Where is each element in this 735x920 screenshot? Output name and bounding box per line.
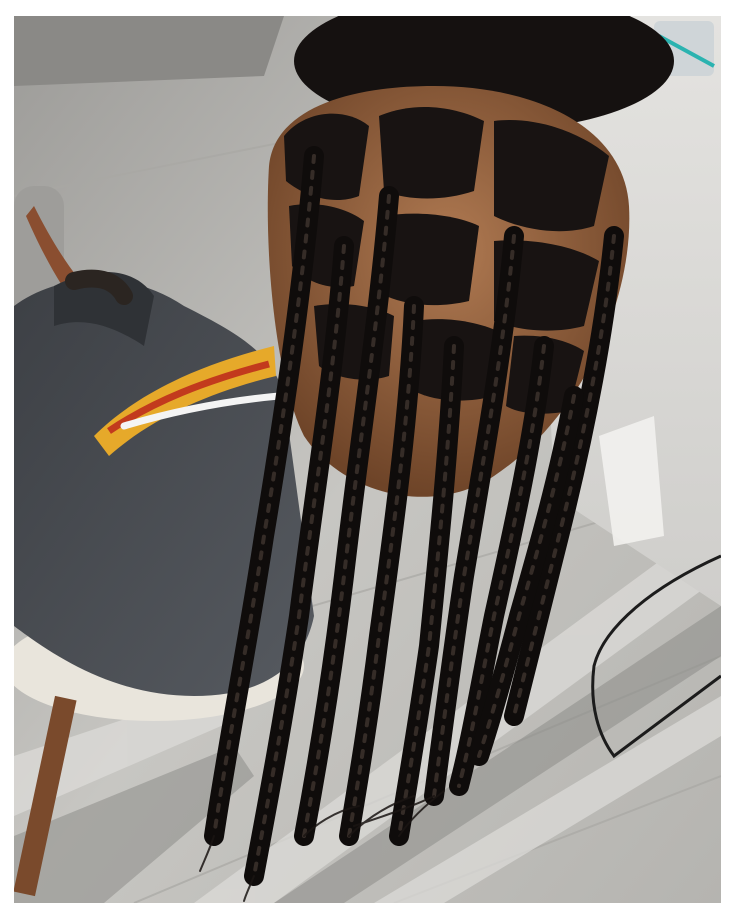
- braids-photo-illustration: [14, 16, 721, 903]
- background-top-left: [14, 16, 284, 86]
- photo: [14, 16, 721, 903]
- image-frame: [0, 0, 735, 920]
